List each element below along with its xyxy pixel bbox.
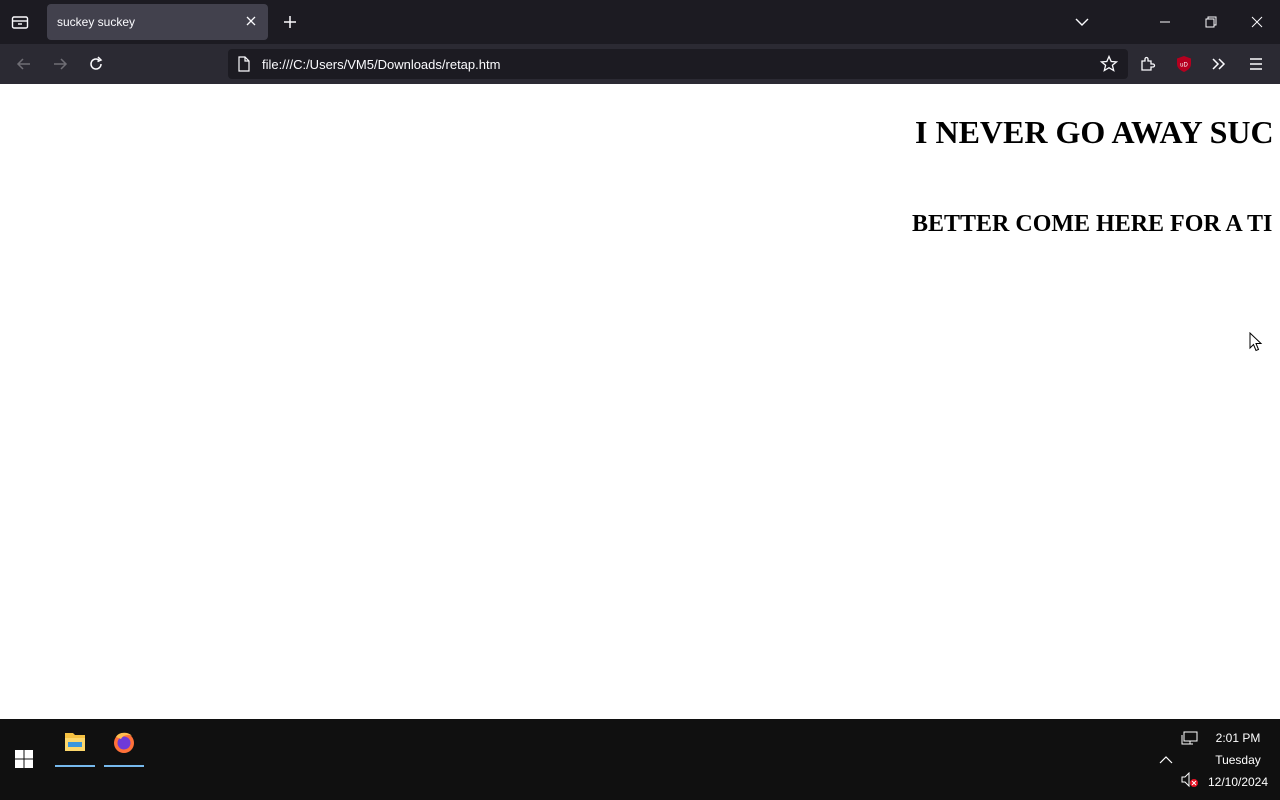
chevron-down-icon[interactable]: [1072, 12, 1092, 32]
url-text[interactable]: file:///C:/Users/VM5/Downloads/retap.htm: [262, 57, 500, 72]
taskbar-indicator: [55, 765, 95, 767]
reload-icon[interactable]: [86, 54, 106, 74]
speaker-muted-icon[interactable]: [1181, 771, 1199, 788]
back-arrow-icon[interactable]: [14, 54, 34, 74]
window-close-icon[interactable]: [1247, 12, 1267, 32]
nav-bar: file:///C:/Users/VM5/Downloads/retap.htm…: [0, 44, 1280, 84]
taskbar: 2:01 PM Tuesday 12/10/2024: [0, 719, 1280, 800]
mouse-cursor-icon: [1249, 331, 1263, 352]
clock-time[interactable]: 2:01 PM: [1203, 731, 1273, 745]
hamburger-icon[interactable]: [1246, 54, 1266, 74]
minimize-icon[interactable]: [1155, 12, 1175, 32]
firefox-icon[interactable]: [104, 727, 144, 767]
page-heading-2: BETTER COME HERE FOR A TI: [912, 211, 1273, 237]
restore-icon[interactable]: [1201, 12, 1221, 32]
svg-text:uD: uD: [1180, 63, 1188, 69]
star-icon[interactable]: [1099, 54, 1119, 74]
tab-list-icon[interactable]: [8, 10, 32, 34]
file-explorer-icon[interactable]: [55, 727, 95, 767]
ublock-icon[interactable]: uD: [1174, 54, 1194, 74]
double-chevron-icon[interactable]: [1209, 54, 1229, 74]
url-bar[interactable]: file:///C:/Users/VM5/Downloads/retap.htm: [228, 49, 1128, 79]
clock-day[interactable]: Tuesday: [1203, 753, 1273, 767]
forward-arrow-icon[interactable]: [50, 54, 70, 74]
windows-start-icon[interactable]: [14, 749, 34, 769]
page-icon[interactable]: [238, 56, 250, 72]
chevron-up-icon[interactable]: [1157, 752, 1175, 768]
new-tab-plus-icon[interactable]: [280, 12, 300, 32]
taskbar-indicator: [104, 765, 144, 767]
tab-active[interactable]: suckey suckey: [47, 4, 268, 40]
tab-title: suckey suckey: [57, 15, 136, 29]
clock-date[interactable]: 12/10/2024: [1203, 775, 1273, 789]
page-content: I NEVER GO AWAY SUC BETTER COME HERE FOR…: [0, 84, 1280, 719]
network-icon[interactable]: [1181, 731, 1199, 747]
tab-bar: suckey suckey: [0, 0, 1280, 44]
close-tab-icon[interactable]: [244, 14, 258, 28]
puzzle-icon[interactable]: [1138, 54, 1158, 74]
page-heading-1: I NEVER GO AWAY SUC: [915, 114, 1274, 150]
